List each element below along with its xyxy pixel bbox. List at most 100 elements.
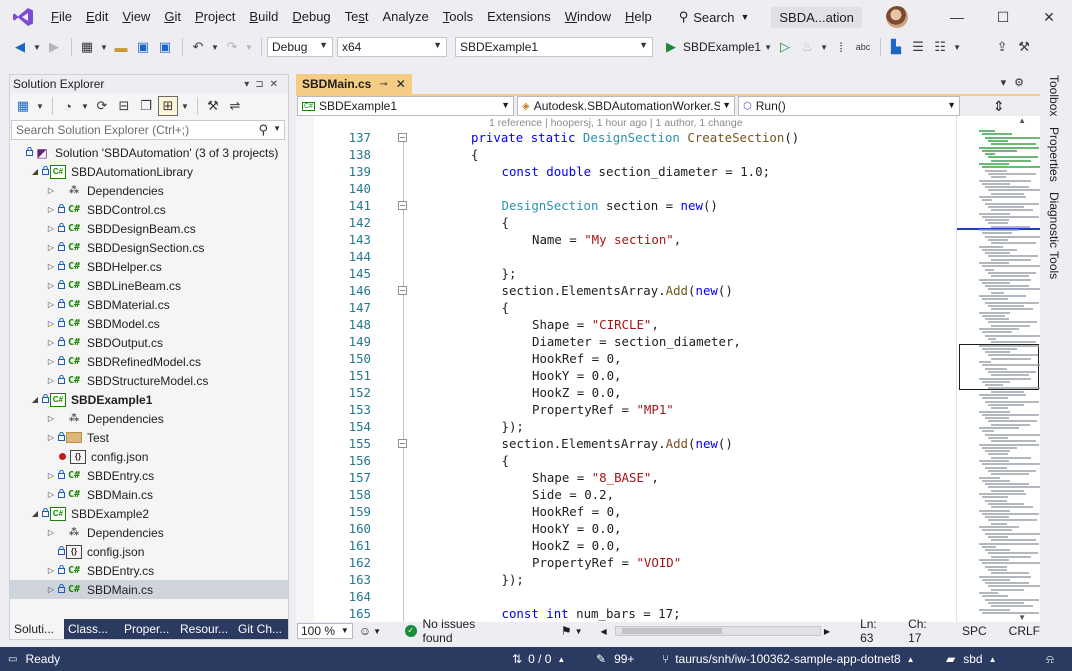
pin-icon[interactable]: ⊸	[379, 79, 387, 90]
tree-item[interactable]: ◢ C# SBDAutomationLibrary	[10, 162, 288, 181]
bottom-tab[interactable]: Proper...	[120, 619, 176, 639]
redo-icon[interactable]: ↷	[222, 37, 242, 57]
collapsed-chevron-icon[interactable]: ▷	[46, 281, 56, 290]
code-line[interactable]: 156 {	[314, 452, 956, 469]
tab-toolbox[interactable]: Toolbox	[1043, 74, 1065, 118]
chevron-down-icon[interactable]: ▼	[952, 37, 962, 57]
menu-test[interactable]: Test	[338, 0, 376, 34]
start-debugging-button[interactable]: SBDExample1	[683, 40, 761, 54]
tree-item[interactable]: ▷ C# SBDModel.cs	[10, 314, 288, 333]
tree-item[interactable]: ◢ C# SBDExample1	[10, 390, 288, 409]
char-indicator[interactable]: Ch: 17	[908, 617, 942, 645]
code-line[interactable]: 158 Side = 0.2,	[314, 486, 956, 503]
menu-window[interactable]: Window	[558, 0, 618, 34]
collapsed-chevron-icon[interactable]: ▷	[46, 471, 56, 480]
chevron-down-icon[interactable]: ▼	[373, 627, 381, 636]
menu-git[interactable]: Git	[157, 0, 188, 34]
tree-item[interactable]: ▷ C# SBDMaterial.cs	[10, 295, 288, 314]
collapsed-chevron-icon[interactable]: ▷	[46, 414, 56, 423]
start-debugging-icon[interactable]: ▶	[661, 37, 681, 57]
menu-extensions[interactable]: Extensions	[480, 0, 558, 34]
code-line[interactable]: 148 Shape = "CIRCLE",	[314, 316, 956, 333]
tree-item[interactable]: ▷ ⁂ Dependencies	[10, 409, 288, 428]
tree-item[interactable]: ◢ C# SBDExample2	[10, 504, 288, 523]
menu-file[interactable]: File	[44, 0, 79, 34]
collapsed-chevron-icon[interactable]: ▷	[46, 376, 56, 385]
open-folder-icon[interactable]: ▬	[111, 37, 131, 57]
menu-project[interactable]: Project	[188, 0, 242, 34]
collapsed-chevron-icon[interactable]: ▷	[46, 490, 56, 499]
solution-platform-select[interactable]: x64 ▼	[337, 37, 447, 57]
bottom-tab[interactable]: Soluti...	[10, 619, 64, 639]
spell-check-icon[interactable]: abc	[853, 37, 873, 57]
collapsed-chevron-icon[interactable]: ▷	[46, 186, 56, 195]
chevron-down-icon[interactable]: ▼	[819, 37, 829, 57]
show-all-files-icon[interactable]: ❐	[136, 96, 156, 116]
collapse-region-icon[interactable]: −	[398, 439, 407, 448]
collapsed-chevron-icon[interactable]: ▷	[46, 243, 56, 252]
tree-item[interactable]: ▷ C# SBDRefinedModel.cs	[10, 352, 288, 371]
code-line[interactable]: 155 − section.ElementsArray.Add(new()	[314, 435, 956, 452]
whitespace-indicator[interactable]: SPC	[962, 624, 987, 638]
chevron-down-icon[interactable]: ▼	[80, 96, 90, 116]
collapsed-chevron-icon[interactable]: ▷	[46, 338, 56, 347]
tree-item[interactable]: ▷ C# SBDHelper.cs	[10, 257, 288, 276]
menu-tools[interactable]: Tools	[436, 0, 480, 34]
feedback-icon[interactable]: ⚒	[1014, 37, 1034, 57]
collapsed-chevron-icon[interactable]: ▷	[46, 433, 56, 442]
bottom-tab[interactable]: Git Ch...	[234, 619, 288, 639]
scroll-up-icon[interactable]: ▲	[1018, 116, 1026, 125]
code-editor[interactable]: 1 reference | hoopersj, 1 hour ago | 1 a…	[314, 116, 956, 622]
collapse-region-icon[interactable]: −	[398, 133, 407, 142]
code-line[interactable]: 144	[314, 248, 956, 265]
repository-indicator[interactable]: ▰ sbd ▲	[946, 647, 997, 671]
filter-icon[interactable]: ⊞	[158, 96, 178, 116]
tab-strip-controls[interactable]: ▾⚙	[1001, 76, 1032, 89]
commits-indicator[interactable]: ✎ 99+	[596, 647, 634, 671]
bottom-tab[interactable]: Resour...	[176, 619, 234, 639]
tab-sbdmain-cs[interactable]: SBDMain.cs ⊸ ✕	[296, 74, 412, 94]
tab-properties[interactable]: Properties	[1043, 124, 1065, 184]
code-line[interactable]: 157 Shape = "8_BASE",	[314, 469, 956, 486]
collapsed-chevron-icon[interactable]: ▷	[46, 566, 56, 575]
code-line[interactable]: 138 {	[314, 146, 956, 163]
code-line[interactable]: 161 HookZ = 0.0,	[314, 537, 956, 554]
tree-item[interactable]: ▷ C# SBDDesignSection.cs	[10, 238, 288, 257]
scroll-thumb[interactable]	[621, 628, 722, 634]
code-line[interactable]: 153 PropertyRef = "MP1"	[314, 401, 956, 418]
pending-changes-icon[interactable]: ◔	[58, 96, 78, 116]
collapsed-chevron-icon[interactable]: ▷	[46, 224, 56, 233]
chevron-down-icon[interactable]: ▼	[180, 96, 190, 116]
avatar[interactable]	[885, 6, 908, 28]
chevron-down-icon[interactable]: ▼	[763, 37, 773, 57]
collapse-all-icon[interactable]: ⊟	[114, 96, 134, 116]
start-without-debugging-icon[interactable]: ▷	[775, 37, 795, 57]
maximize-button[interactable]: ☐	[980, 0, 1026, 34]
tree-item[interactable]: ▷ C# SBDEntry.cs	[10, 466, 288, 485]
code-line[interactable]: 160 HookY = 0.0,	[314, 520, 956, 537]
collapsed-chevron-icon[interactable]: ▷	[46, 319, 56, 328]
tree-item[interactable]: ▷ C# SBDLineBeam.cs	[10, 276, 288, 295]
expanded-chevron-icon[interactable]: ◢	[30, 167, 40, 176]
solution-configuration-select[interactable]: Debug ▼	[267, 37, 333, 57]
code-line[interactable]: 142 {	[314, 214, 956, 231]
collapsed-chevron-icon[interactable]: ▷	[46, 300, 56, 309]
code-line[interactable]: 146 − section.ElementsArray.Add(new()	[314, 282, 956, 299]
menu-edit[interactable]: Edit	[79, 0, 115, 34]
breakpoint-window-icon[interactable]: ▙	[886, 37, 906, 57]
zoom-select[interactable]: 100 % ▼	[297, 623, 353, 639]
chevron-down-icon[interactable]: ▼	[35, 96, 45, 116]
new-project-icon[interactable]: ▦	[77, 37, 97, 57]
copilot-icon[interactable]: ☺	[359, 624, 371, 638]
code-line[interactable]: 164	[314, 588, 956, 605]
tree-item[interactable]: ▷ ⁂ Dependencies	[10, 181, 288, 200]
navigate-back-icon[interactable]: ◀	[10, 37, 30, 57]
tree-item[interactable]: ▷ Test	[10, 428, 288, 447]
solution-search-input[interactable]: Search Solution Explorer (Ctrl+;) ⚲ ▼	[11, 120, 285, 140]
collapsed-chevron-icon[interactable]: ▷	[46, 585, 56, 594]
collapsed-chevron-icon[interactable]: ▷	[46, 528, 56, 537]
scroll-down-icon[interactable]: ▼	[1018, 613, 1026, 622]
properties-wrench-icon[interactable]: ⚒	[203, 96, 223, 116]
code-line[interactable]: 139 const double section_diameter = 1.0;	[314, 163, 956, 180]
minimize-button[interactable]: —	[934, 0, 980, 34]
